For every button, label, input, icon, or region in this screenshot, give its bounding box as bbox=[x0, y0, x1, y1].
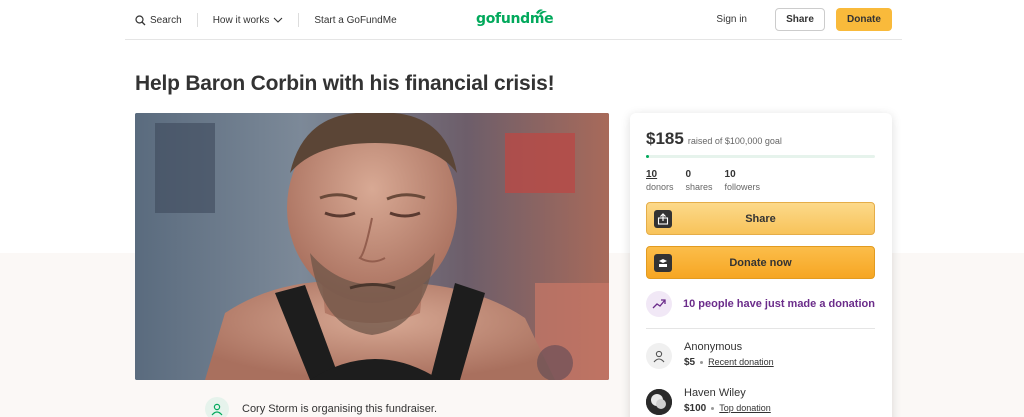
share-icon bbox=[654, 210, 672, 228]
stat-number: 10 bbox=[724, 169, 736, 180]
donation-item: Haven Wiley $100 Top donation bbox=[646, 386, 771, 416]
raised-amount: $185 bbox=[646, 129, 684, 148]
trending-up-icon bbox=[646, 291, 672, 317]
organiser-text: Cory Storm is organising this fundraiser… bbox=[242, 403, 438, 415]
start-gofundme-label: Start a GoFundMe bbox=[314, 14, 397, 26]
nav-divider bbox=[298, 13, 300, 27]
people-icon bbox=[205, 397, 229, 417]
donate-button-header[interactable]: Donate bbox=[836, 8, 892, 31]
stat-number: 0 bbox=[685, 169, 692, 180]
campaign-title: Help Baron Corbin with his financial cri… bbox=[135, 72, 555, 95]
share-button-header[interactable]: Share bbox=[775, 8, 825, 31]
donation-tag[interactable]: Top donation bbox=[719, 403, 771, 413]
search-link[interactable]: Search bbox=[135, 15, 182, 26]
stat-donors[interactable]: 10 donors bbox=[646, 169, 674, 193]
donate-now-button[interactable]: Donate now bbox=[646, 246, 875, 279]
chevron-down-icon bbox=[273, 17, 283, 24]
stat-label: shares bbox=[685, 182, 713, 192]
donation-sidebar: $185 raised of $100,000 goal 10 donors 0… bbox=[630, 113, 892, 417]
nav-right: Sign in Share Donate bbox=[716, 8, 892, 31]
progress-fill bbox=[646, 155, 649, 158]
stat-followers: 10 followers bbox=[725, 169, 761, 193]
donor-name: Haven Wiley bbox=[684, 387, 746, 399]
divider bbox=[646, 328, 875, 329]
donor-name: Anonymous bbox=[684, 341, 743, 353]
nav-divider bbox=[196, 13, 198, 27]
how-it-works-menu[interactable]: How it works bbox=[213, 15, 284, 26]
campaign-stats: 10 donors 0 shares 10 followers bbox=[646, 169, 760, 193]
raised-summary: $185 raised of $100,000 goal bbox=[646, 129, 782, 149]
trend-text: 10 people have just made a donation bbox=[683, 298, 875, 310]
recent-activity[interactable]: 10 people have just made a donation bbox=[646, 291, 875, 317]
share-button-label: Share bbox=[745, 212, 776, 225]
gofundme-badge-icon bbox=[654, 254, 672, 272]
donation-amount: $5 bbox=[684, 357, 696, 368]
stat-shares: 0 shares bbox=[686, 169, 713, 193]
donation-info: Anonymous $5 Recent donation bbox=[684, 340, 774, 370]
organiser-row: Cory Storm is organising this fundraiser… bbox=[205, 397, 437, 417]
donation-tag[interactable]: Recent donation bbox=[708, 357, 774, 367]
donation-item: Anonymous $5 Recent donation bbox=[646, 340, 774, 370]
nav-left: Search How it works Start a GoFundMe bbox=[135, 0, 397, 40]
campaign-photo-illustration bbox=[135, 113, 609, 380]
how-it-works-label: How it works bbox=[212, 14, 270, 26]
donation-meta: $5 Recent donation bbox=[684, 355, 774, 370]
stat-label: followers bbox=[724, 182, 761, 192]
donation-info: Haven Wiley $100 Top donation bbox=[684, 386, 771, 416]
logo-wordmark: gofundme bbox=[476, 11, 554, 27]
gofundme-logo[interactable]: gofundme bbox=[476, 7, 554, 31]
donate-now-label: Donate now bbox=[729, 256, 792, 269]
goal-text: raised of $100,000 goal bbox=[687, 136, 782, 146]
separator-dot bbox=[700, 361, 704, 365]
campaign-photo[interactable] bbox=[135, 113, 609, 380]
search-icon bbox=[135, 14, 146, 26]
search-label: Search bbox=[150, 14, 182, 26]
share-button[interactable]: Share bbox=[646, 202, 875, 235]
start-gofundme-link[interactable]: Start a GoFundMe bbox=[314, 15, 396, 26]
stat-label: donors bbox=[646, 182, 674, 192]
sign-in-link[interactable]: Sign in bbox=[716, 14, 747, 25]
stat-number: 10 bbox=[646, 169, 658, 180]
anonymous-donor-icon bbox=[646, 343, 672, 369]
separator-dot bbox=[711, 407, 715, 411]
progress-bar bbox=[646, 155, 875, 158]
donation-meta: $100 Top donation bbox=[684, 401, 771, 416]
donation-amount: $100 bbox=[684, 403, 707, 414]
top-nav: Search How it works Start a GoFundMe gof… bbox=[125, 0, 902, 40]
avatar bbox=[646, 389, 672, 415]
